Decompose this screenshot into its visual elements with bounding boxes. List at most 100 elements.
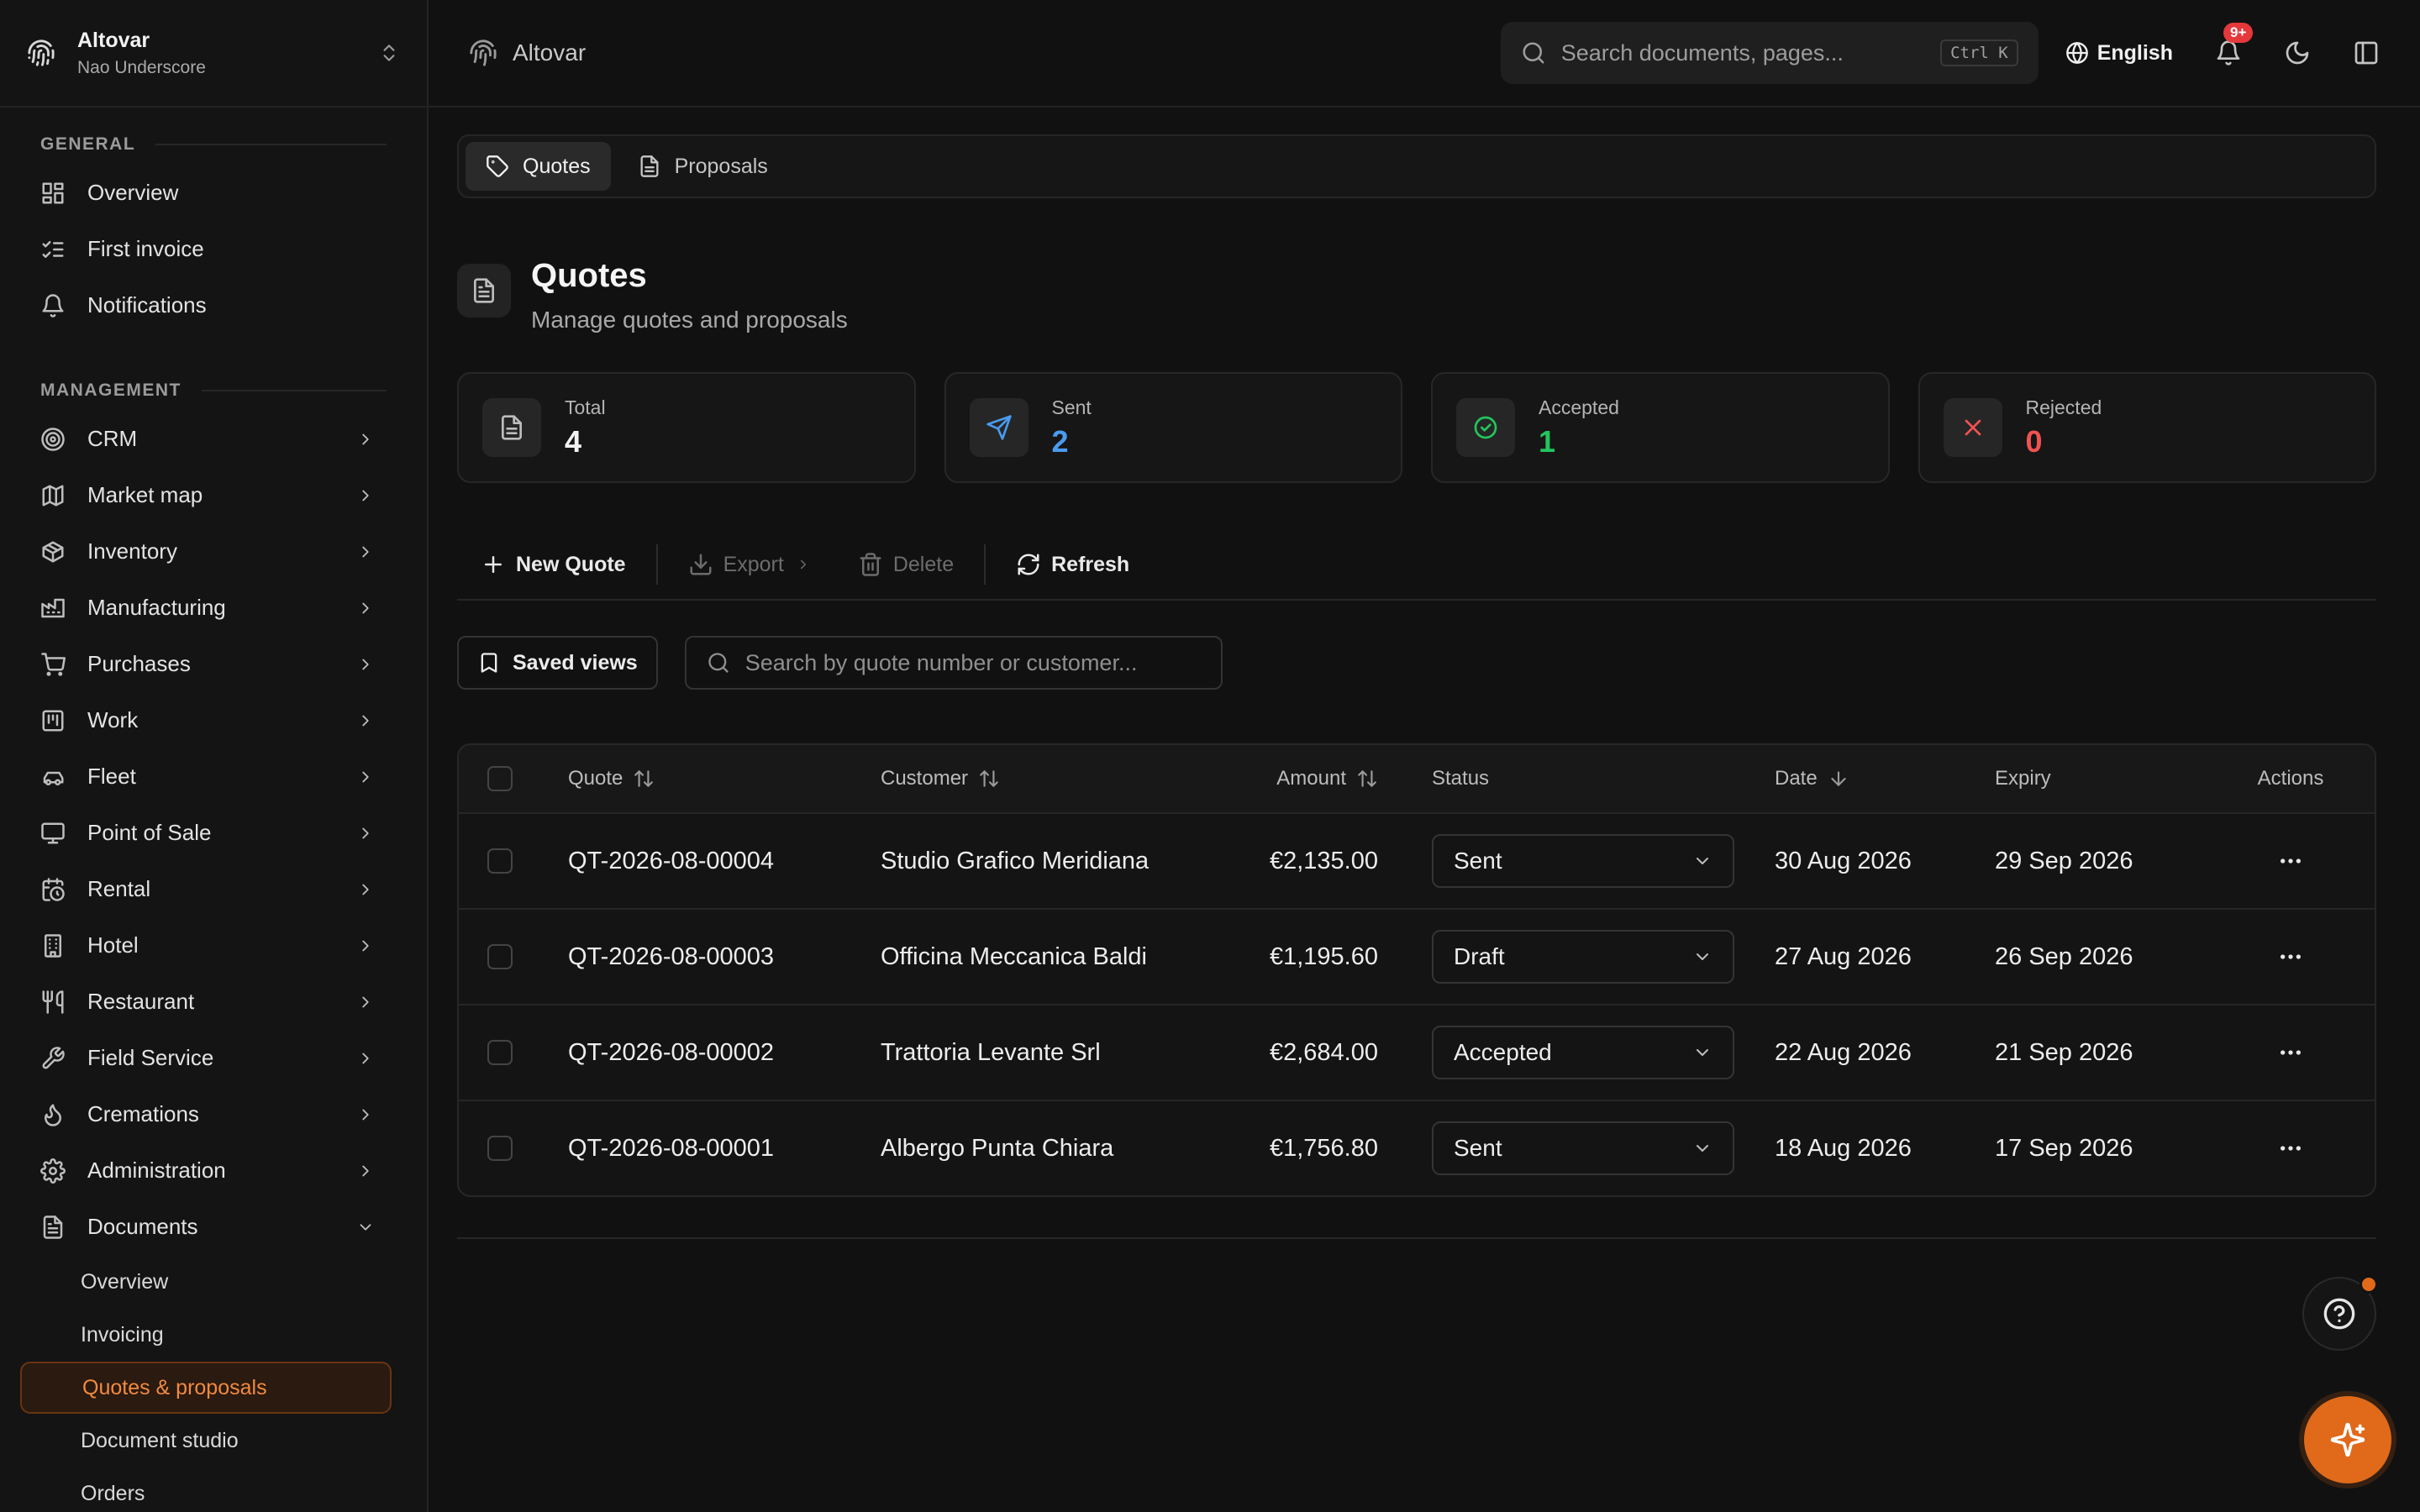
quote-number[interactable]: QT-2026-08-00002 — [568, 1039, 881, 1067]
stat-value: 1 — [1539, 423, 1556, 459]
sidebar-item-hotel[interactable]: Hotel — [0, 917, 427, 974]
check-circle-icon — [1456, 398, 1515, 457]
sidebar-item-first-invoice[interactable]: First invoice — [0, 221, 427, 277]
status-select[interactable]: Sent — [1432, 834, 1734, 888]
row-checkbox[interactable] — [487, 1136, 513, 1161]
action-toolbar: New Quote Export Delete Refresh — [457, 533, 2376, 601]
status-select[interactable]: Sent — [1432, 1121, 1734, 1175]
sidebar-subitem-orders[interactable]: Orders — [0, 1467, 427, 1512]
quote-amount: €2,684.00 — [1269, 1038, 1378, 1066]
quote-search-input[interactable]: Search by quote number or customer... — [684, 636, 1223, 690]
tab-quotes[interactable]: Quotes — [466, 142, 611, 191]
sidebar-item-label: Point of Sale — [87, 820, 212, 845]
sidebar-item-label: CRM — [87, 426, 138, 451]
status-select[interactable]: Draft — [1432, 930, 1734, 984]
sidebar-item-label: First invoice — [87, 236, 204, 261]
status-value: Sent — [1454, 848, 1502, 874]
sidebar-item-label: Cremations — [87, 1101, 199, 1126]
org-switcher[interactable]: Altovar Nao Underscore — [0, 0, 427, 108]
sidebar-item-label: Hotel — [87, 932, 139, 958]
tab-proposals[interactable]: Proposals — [618, 142, 788, 191]
table-row[interactable]: QT-2026-08-00004 Studio Grafico Meridian… — [459, 812, 2375, 908]
more-horizontal-icon[interactable] — [2277, 1039, 2304, 1066]
chevron-right-icon — [356, 655, 375, 674]
sidebar-subitem-invoicing[interactable]: Invoicing — [0, 1309, 427, 1361]
sidebar-subitem-document-studio[interactable]: Document studio — [0, 1415, 427, 1467]
file-icon — [482, 398, 541, 457]
package-icon — [40, 539, 87, 564]
column-header-quote[interactable]: Quote — [568, 767, 881, 790]
sidebar-item-field-service[interactable]: Field Service — [0, 1030, 427, 1086]
chevron-right-icon — [356, 430, 375, 449]
table-row[interactable]: QT-2026-08-00001 Albergo Punta Chiara €1… — [459, 1100, 2375, 1195]
help-button[interactable] — [2302, 1275, 2378, 1351]
stat-value: 0 — [2025, 423, 2043, 459]
new-quote-button[interactable]: New Quote — [457, 552, 650, 577]
table-row[interactable]: QT-2026-08-00003 Officina Meccanica Bald… — [459, 908, 2375, 1004]
sidebar-item-cremations[interactable]: Cremations — [0, 1086, 427, 1142]
sidebar-item-work[interactable]: Work — [0, 692, 427, 748]
refresh-button[interactable]: Refresh — [992, 552, 1153, 577]
column-header-date[interactable]: Date — [1775, 767, 1995, 790]
search-icon — [707, 651, 745, 675]
quote-number[interactable]: QT-2026-08-00001 — [568, 1135, 881, 1163]
theme-toggle-button[interactable] — [2284, 39, 2311, 66]
page-title: Quotes — [531, 257, 647, 294]
status-select[interactable]: Accepted — [1432, 1026, 1734, 1079]
row-checkbox[interactable] — [487, 944, 513, 969]
column-header-label: Actions — [2257, 767, 2324, 790]
row-checkbox[interactable] — [487, 848, 513, 874]
car-icon — [40, 764, 87, 790]
column-header-label: Status — [1432, 767, 1490, 790]
quote-date: 27 Aug 2026 — [1775, 942, 1912, 970]
export-button[interactable]: Export — [665, 552, 834, 577]
stat-value: 2 — [1051, 423, 1069, 459]
column-header-amount[interactable]: Amount — [1234, 767, 1378, 790]
gear-icon — [40, 1158, 87, 1184]
column-header-customer[interactable]: Customer — [881, 767, 1234, 790]
sidebar-item-label: Work — [87, 707, 139, 732]
sidebar-item-fleet[interactable]: Fleet — [0, 748, 427, 805]
saved-views-button[interactable]: Saved views — [457, 636, 658, 690]
table-row[interactable]: QT-2026-08-00002 Trattoria Levante Srl €… — [459, 1004, 2375, 1100]
chevron-right-icon — [356, 768, 375, 786]
quote-amount: €2,135.00 — [1269, 847, 1378, 874]
notifications-button[interactable]: 9+ — [2215, 23, 2254, 66]
select-all-checkbox[interactable] — [487, 766, 513, 791]
more-horizontal-icon[interactable] — [2277, 1135, 2304, 1162]
sidebar-subitem-overview[interactable]: Overview — [0, 1256, 427, 1308]
ai-assistant-button[interactable] — [2304, 1396, 2391, 1483]
sidebar-item-manufacturing[interactable]: Manufacturing — [0, 580, 427, 636]
sidebar-item-market-map[interactable]: Market map — [0, 467, 427, 523]
sidebar-item-crm[interactable]: CRM — [0, 411, 427, 467]
sidebar-item-label: Documents — [87, 1214, 198, 1239]
global-search-input[interactable]: Search documents, pages... Ctrl K — [1500, 22, 2039, 84]
stat-label: Accepted — [1539, 396, 1619, 418]
sidebar-item-overview[interactable]: Overview — [0, 165, 427, 221]
sidebar-toggle-button[interactable] — [2353, 39, 2380, 66]
sidebar-item-purchases[interactable]: Purchases — [0, 636, 427, 692]
bookmark-icon — [477, 651, 513, 675]
sidebar-item-point-of-sale[interactable]: Point of Sale — [0, 805, 427, 861]
delete-button[interactable]: Delete — [834, 552, 977, 577]
quote-number[interactable]: QT-2026-08-00004 — [568, 848, 881, 875]
monitor-icon — [40, 821, 87, 846]
sidebar-item-documents[interactable]: Documents — [0, 1199, 427, 1255]
customer-name: Trattoria Levante Srl — [881, 1038, 1101, 1066]
sidebar-item-notifications[interactable]: Notifications — [0, 277, 427, 333]
sidebar-item-label: Overview — [87, 180, 179, 205]
more-horizontal-icon[interactable] — [2277, 848, 2304, 874]
globe-icon — [2065, 41, 2097, 65]
sidebar-item-restaurant[interactable]: Restaurant — [0, 974, 427, 1030]
more-horizontal-icon[interactable] — [2277, 943, 2304, 970]
sidebar-item-rental[interactable]: Rental — [0, 861, 427, 917]
chevron-right-icon — [356, 937, 375, 955]
sidebar-item-inventory[interactable]: Inventory — [0, 523, 427, 580]
row-checkbox[interactable] — [487, 1040, 513, 1065]
breadcrumb-app-name[interactable]: Altovar — [513, 39, 586, 66]
quote-number[interactable]: QT-2026-08-00003 — [568, 943, 881, 971]
language-switcher[interactable]: English — [2065, 41, 2173, 66]
breadcrumb: Altovar — [469, 39, 586, 67]
sidebar-subitem-quotes-proposals[interactable]: Quotes & proposals — [20, 1362, 392, 1414]
sidebar-item-administration[interactable]: Administration — [0, 1142, 427, 1199]
